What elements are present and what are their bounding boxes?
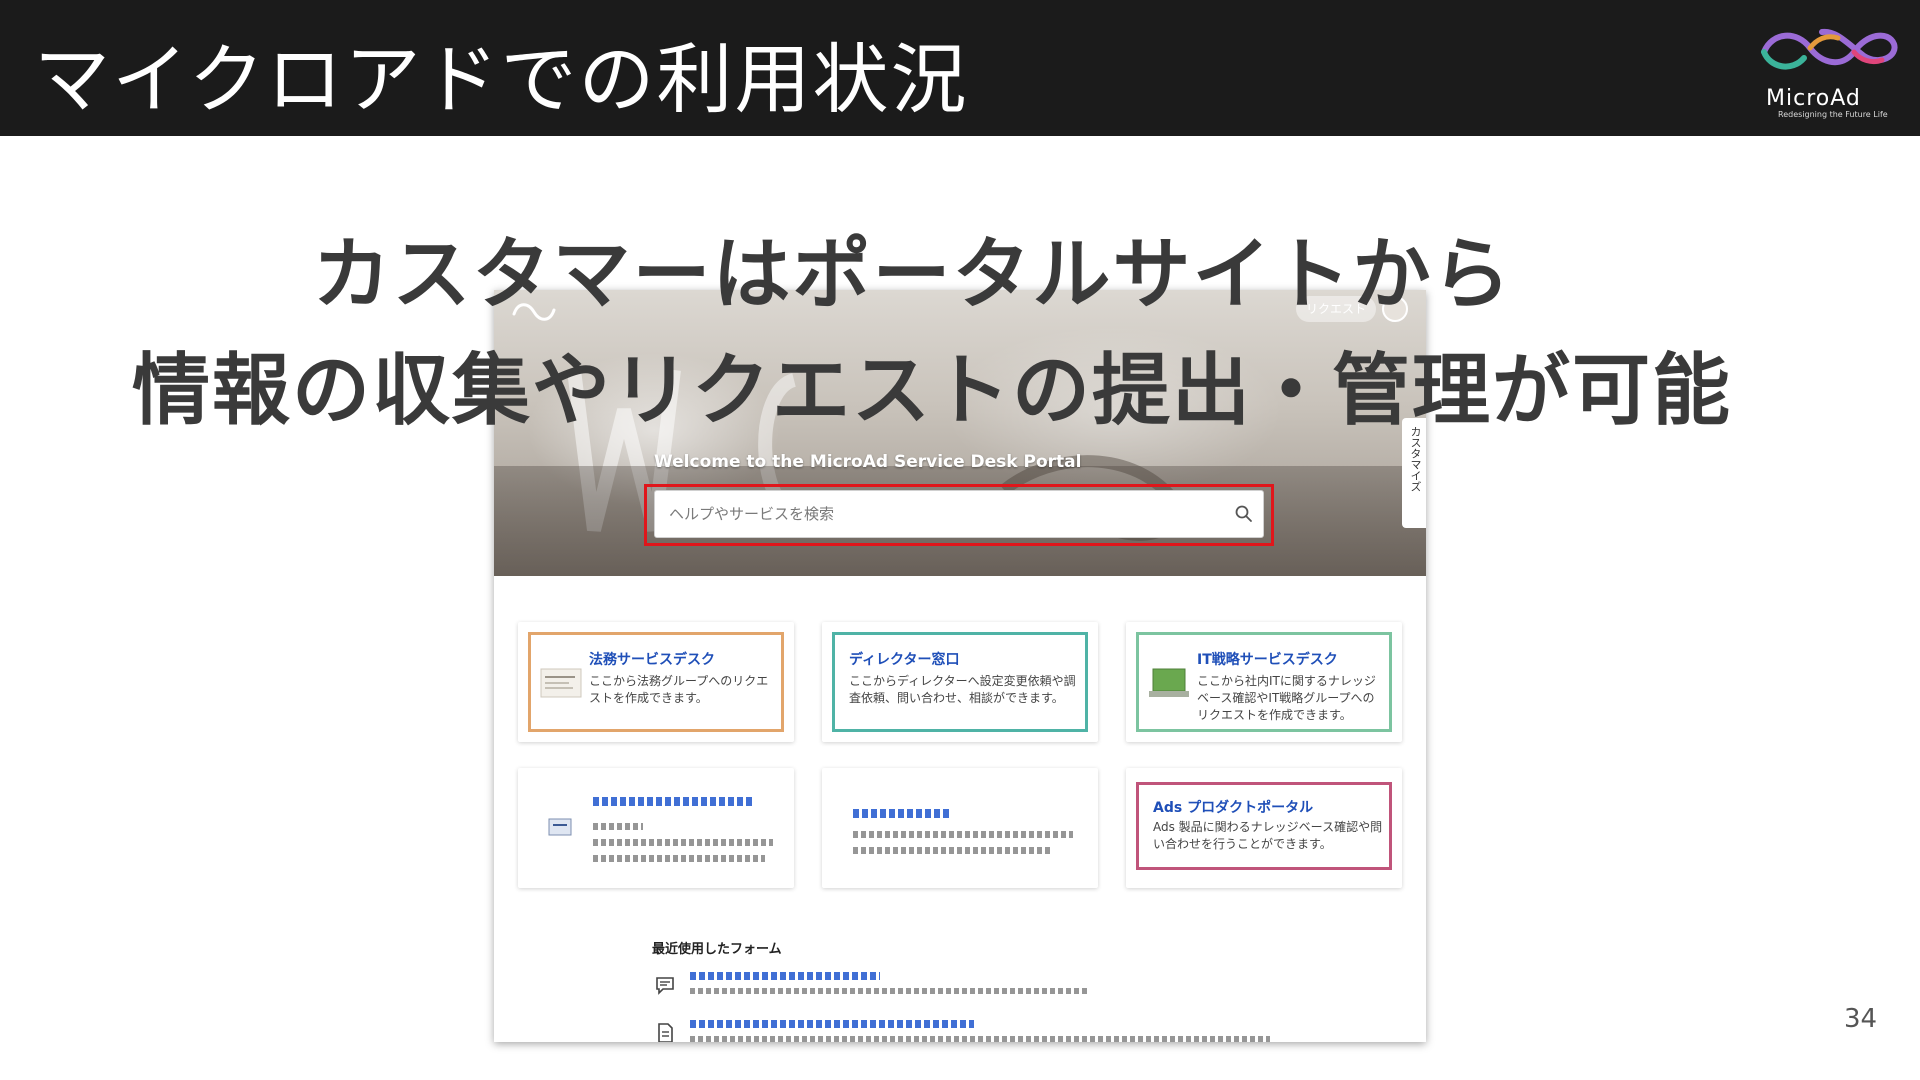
card-blurred-service[interactable]: [518, 768, 794, 888]
card-ads-product-portal[interactable]: Ads プロダクトポータル Ads 製品に関わるナレッジベース確認や問い合わせを…: [1126, 768, 1402, 888]
card-highlight-border: ディレクター窓口 ここからディレクターへ設定変更依頼や調査依頼、問い合わせ、相談…: [832, 632, 1088, 732]
recent-form-description: [690, 1036, 1270, 1042]
card-title: IT戦略サービスデスク: [1197, 652, 1338, 668]
card-title: Ads プロダクトポータル: [1153, 800, 1314, 816]
microad-logo-icon: [1761, 28, 1898, 70]
blurred-text: [593, 855, 765, 862]
page-number: 34: [1844, 1004, 1878, 1034]
headline-line-2: 情報の収集やリクエストの提出・管理が可能: [131, 346, 1732, 436]
card-highlight-border: Ads プロダクトポータル Ads 製品に関わるナレッジベース確認や問い合わせを…: [1136, 782, 1392, 870]
blurred-title: [853, 809, 949, 818]
recent-form-link[interactable]: [690, 1020, 974, 1028]
blurred-title: [593, 797, 753, 806]
blurred-text: [853, 847, 1053, 854]
card-highlight-border: IT戦略サービスデスク ここから社内ITに関するナレッジベース確認やIT戦略グル…: [1136, 632, 1392, 732]
recent-forms-heading: 最近使用したフォーム: [652, 942, 782, 957]
headline-line-1: カスタマーはポータルサイトから: [312, 230, 1513, 320]
card-plain-frame: [528, 778, 784, 878]
blurred-text: [593, 839, 773, 846]
welcome-message: Welcome to the MicroAd Service Desk Port…: [654, 452, 1082, 472]
recent-form-description: [690, 988, 1090, 994]
card-blurred-desk[interactable]: [822, 768, 1098, 888]
blurred-text: [593, 823, 643, 830]
document-icon: [658, 1023, 673, 1042]
card-director-desk[interactable]: ディレクター窓口 ここからディレクターへ設定変更依頼や調査依頼、問い合わせ、相談…: [822, 622, 1098, 742]
card-title: 法務サービスデスク: [589, 652, 715, 668]
comment-icon: [656, 977, 674, 995]
card-title: ディレクター窓口: [849, 652, 960, 668]
contract-document-icon: [540, 668, 582, 698]
slide-header: マイクロアドでの利用状況 MicroAd Redesigning the Fut…: [0, 0, 1920, 136]
service-icon: [548, 818, 572, 836]
microad-logo: MicroAd Redesigning the Future Life: [1752, 12, 1902, 122]
card-highlight-border: 法務サービスデスク ここから法務グループへのリクエストを作成できます。: [528, 632, 784, 732]
slide-title: マイクロアドでの利用状況: [34, 35, 969, 124]
card-description: ここから社内ITに関するナレッジベース確認やIT戦略グループへのリクエストを作成…: [1197, 674, 1376, 722]
card-description: ここからディレクターへ設定変更依頼や調査依頼、問い合わせ、相談ができます。: [849, 674, 1076, 705]
search-highlight-box: [644, 484, 1274, 546]
logo-wordmark: MicroAd: [1766, 86, 1861, 111]
card-legal-service-desk[interactable]: 法務サービスデスク ここから法務グループへのリクエストを作成できます。: [518, 622, 794, 742]
laptop-icon: [1149, 668, 1189, 697]
card-it-strategy-desk[interactable]: IT戦略サービスデスク ここから社内ITに関するナレッジベース確認やIT戦略グル…: [1126, 622, 1402, 742]
logo-tagline: Redesigning the Future Life: [1778, 110, 1888, 119]
blurred-text: [853, 831, 1073, 838]
card-plain-frame: [832, 778, 1088, 878]
recent-form-link[interactable]: [690, 972, 880, 980]
card-description: ここから法務グループへのリクエストを作成できます。: [589, 674, 769, 705]
card-description: Ads 製品に関わるナレッジベース確認や問い合わせを行うことができます。: [1153, 820, 1383, 851]
